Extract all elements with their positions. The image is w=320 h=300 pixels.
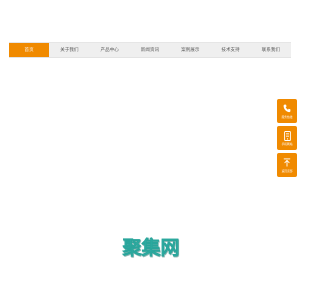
nav-item-news[interactable]: 新闻资讯 xyxy=(130,43,170,57)
service-hotline-label: 服务热线 xyxy=(281,114,293,119)
mobile-icon xyxy=(283,130,292,141)
svg-text:聚集网: 聚集网 xyxy=(121,236,179,259)
mobile-site-button[interactable]: 手机网站 xyxy=(277,126,297,150)
back-to-top-button[interactable]: 返回顶部 xyxy=(277,153,297,177)
page: 首页 关于我们 产品中心 新闻资讯 案例展示 技术支持 联系我们 服务热线 手机… xyxy=(0,0,300,300)
back-to-top-label: 返回顶部 xyxy=(281,168,293,173)
nav-item-support[interactable]: 技术支持 xyxy=(210,43,250,57)
floating-toolbar: 服务热线 手机网站 返回顶部 xyxy=(277,99,297,177)
phone-icon xyxy=(283,104,292,114)
service-hotline-button[interactable]: 服务热线 xyxy=(277,99,297,123)
watermark-logo: 聚集网 xyxy=(120,232,182,262)
mobile-site-label: 手机网站 xyxy=(281,141,293,146)
main-nav: 首页 关于我们 产品中心 新闻资讯 案例展示 技术支持 联系我们 xyxy=(9,42,291,58)
nav-item-cases[interactable]: 案例展示 xyxy=(170,43,210,57)
nav-item-products[interactable]: 产品中心 xyxy=(90,43,130,57)
nav-item-about[interactable]: 关于我们 xyxy=(49,43,89,57)
nav-item-home[interactable]: 首页 xyxy=(9,43,50,57)
nav-item-contact[interactable]: 联系我们 xyxy=(251,43,291,57)
back-to-top-icon xyxy=(283,158,292,168)
